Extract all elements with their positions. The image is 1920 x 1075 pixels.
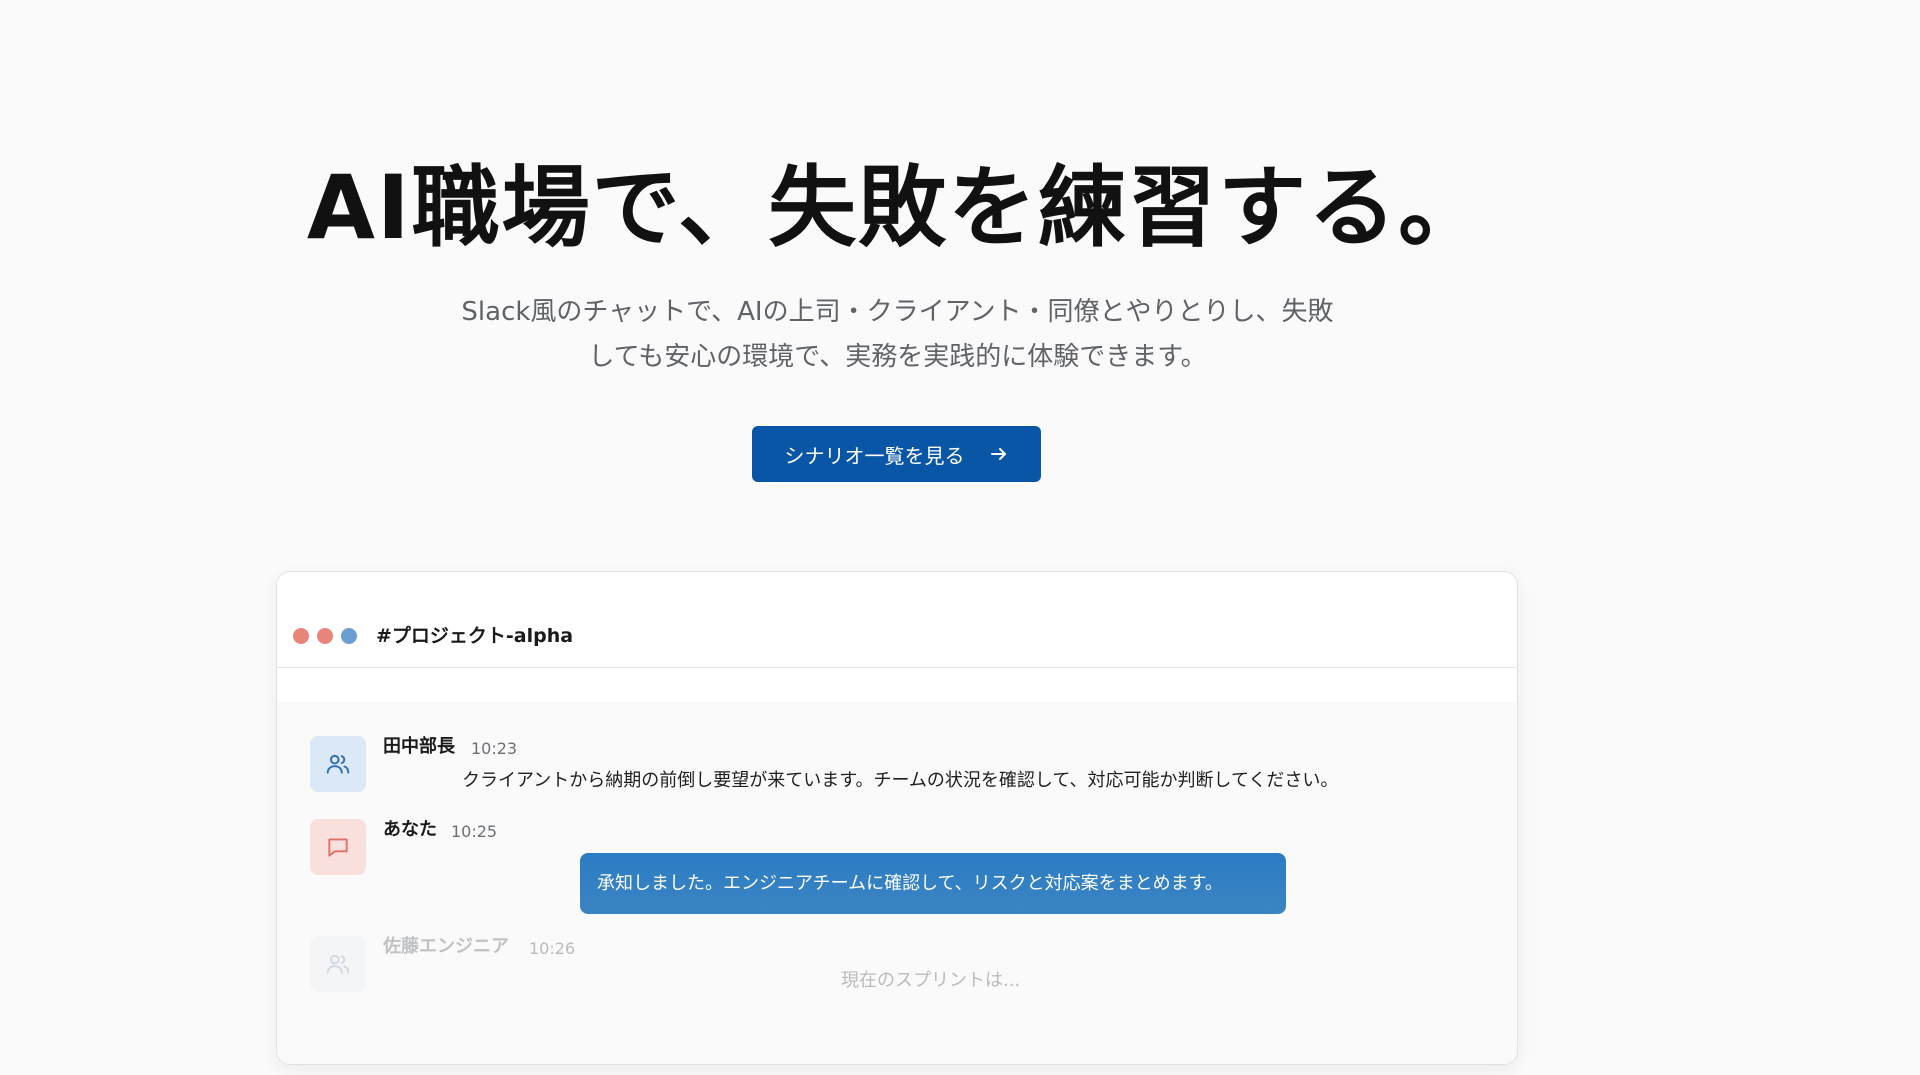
window-controls [293, 628, 357, 644]
chat-messages: 田中部長 10:23 クライアントから納期の前倒し要望が来ています。チームの状況… [277, 702, 1517, 1064]
avatar [310, 819, 366, 875]
chat-preview-window: #プロジェクト-alpha 田中部長 10:23 クライアントから納期の前倒し要… [276, 571, 1518, 1065]
users-icon [326, 754, 350, 774]
message-square-icon [328, 838, 348, 857]
hero-subtitle-line-1: Slack風のチャットで、AIの上司・クライアント・同僚とやりとりし、失敗 [461, 297, 1334, 327]
message-time: 10:25 [451, 822, 498, 841]
hero-subtitle-line-2: しても安心の環境で、実務を実践的に体験できます。 [588, 342, 1207, 372]
hero-title: AI職場で、失敗を練習する。 [306, 156, 1489, 259]
message-author: 田中部長 [383, 736, 455, 757]
message-author: 佐藤エンジニア [383, 936, 509, 957]
message-text: クライアントから納期の前倒し要望が来ています。チームの状況を確認して、対応可能か… [462, 770, 1339, 791]
message-author: あなた [383, 819, 437, 840]
channel-name: #プロジェクト-alpha [376, 625, 574, 647]
window-minimize-dot [317, 628, 333, 644]
arrow-right-icon [989, 444, 1009, 464]
window-close-dot [293, 628, 309, 644]
view-scenarios-label: シナリオ一覧を見る [784, 443, 965, 468]
message-time: 10:26 [529, 939, 576, 958]
window-maximize-dot [341, 628, 357, 644]
users-icon [326, 954, 350, 974]
hero-subtitle: Slack風のチャットで、AIの上司・クライアント・同僚とやりとりし、失敗 して… [420, 290, 1375, 380]
message-text: 現在のスプリントは... [841, 970, 1021, 991]
message-bubble: 承知しました。エンジニアチームに確認して、リスクと対応案をまとめます。 [580, 853, 1286, 914]
view-scenarios-button[interactable]: シナリオ一覧を見る [752, 426, 1041, 482]
avatar [310, 936, 366, 992]
message-time: 10:23 [471, 739, 518, 758]
landing-page: AI職場で、失敗を練習する。 Slack風のチャットで、AIの上司・クライアント… [0, 0, 1920, 1075]
avatar [310, 736, 366, 792]
chat-header: #プロジェクト-alpha [277, 572, 1517, 668]
